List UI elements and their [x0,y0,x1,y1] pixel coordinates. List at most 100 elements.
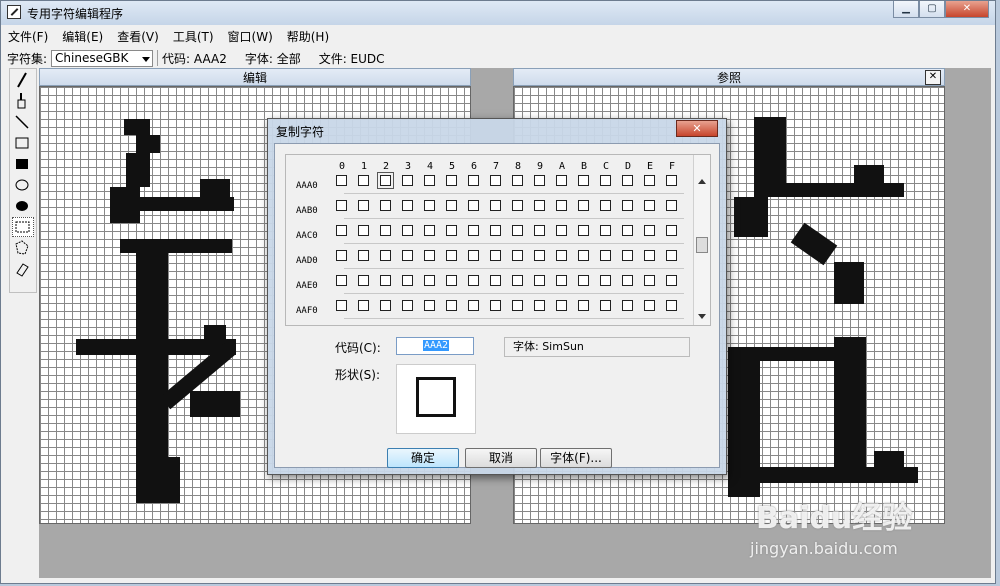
character-cell[interactable] [534,200,545,211]
minimize-button[interactable]: ▁ [893,1,919,18]
character-cell[interactable] [600,200,611,211]
character-cell[interactable] [446,225,457,236]
character-cell[interactable] [358,300,369,311]
character-cell[interactable] [644,300,655,311]
character-cell[interactable] [644,175,655,186]
character-cell[interactable] [534,250,545,261]
character-cell[interactable] [666,200,677,211]
character-cell[interactable] [622,300,633,311]
pencil-tool[interactable] [12,70,34,90]
filled-rect-tool[interactable] [12,154,34,174]
character-cell[interactable] [644,200,655,211]
character-cell[interactable] [424,175,435,186]
scroll-thumb[interactable] [696,237,708,253]
character-cell[interactable] [358,275,369,286]
character-cell[interactable] [424,200,435,211]
character-cell[interactable] [358,175,369,186]
character-cell[interactable] [336,250,347,261]
character-cell[interactable] [380,250,391,261]
cancel-button[interactable]: 取消 [465,448,537,468]
brush-tool[interactable] [12,91,34,111]
character-cell[interactable] [644,225,655,236]
character-cell[interactable] [534,175,545,186]
menu-edit[interactable]: 编辑(E) [55,25,110,47]
charset-select[interactable]: ChineseGBK [51,49,154,67]
character-cell[interactable] [556,250,567,261]
character-cell[interactable] [468,250,479,261]
character-cell[interactable] [377,172,394,189]
character-cell[interactable] [446,250,457,261]
character-cell[interactable] [666,250,677,261]
character-cell[interactable] [600,225,611,236]
character-cell[interactable] [534,275,545,286]
character-cell[interactable] [490,175,501,186]
character-cell[interactable] [578,250,589,261]
font-button[interactable]: 字体(F)... [540,448,612,468]
character-cell[interactable] [644,275,655,286]
character-cell[interactable] [446,175,457,186]
character-cell[interactable] [666,275,677,286]
eraser-tool[interactable] [12,259,34,279]
character-cell[interactable] [402,300,413,311]
character-cell[interactable] [556,175,567,186]
character-cell[interactable] [424,300,435,311]
character-cell[interactable] [578,300,589,311]
character-cell[interactable] [600,250,611,261]
character-cell[interactable] [622,175,633,186]
character-cell[interactable] [600,300,611,311]
menu-window[interactable]: 窗口(W) [221,25,280,47]
character-cell[interactable] [666,300,677,311]
character-cell[interactable] [644,250,655,261]
character-cell[interactable] [336,175,347,186]
character-cell[interactable] [512,275,523,286]
ok-button[interactable]: 确定 [387,448,459,468]
menu-file[interactable]: 文件(F) [1,25,55,47]
character-cell[interactable] [600,175,611,186]
character-cell[interactable] [358,200,369,211]
close-button[interactable]: ✕ [945,1,989,18]
character-cell[interactable] [468,175,479,186]
character-cell[interactable] [622,200,633,211]
character-cell[interactable] [622,250,633,261]
character-cell[interactable] [534,225,545,236]
character-cell[interactable] [380,200,391,211]
character-cell[interactable] [578,225,589,236]
character-cell[interactable] [556,275,567,286]
character-cell[interactable] [534,300,545,311]
table-scrollbar[interactable] [693,155,710,325]
character-cell[interactable] [578,200,589,211]
character-cell[interactable] [556,225,567,236]
close-reference-icon[interactable]: ✕ [925,70,941,85]
character-cell[interactable] [380,225,391,236]
character-cell[interactable] [490,250,501,261]
character-cell[interactable] [358,225,369,236]
hollow-ellipse-tool[interactable] [12,175,34,195]
character-cell[interactable] [468,225,479,236]
character-cell[interactable] [336,200,347,211]
menu-help[interactable]: 帮助(H) [280,25,336,47]
character-cell[interactable] [380,300,391,311]
character-cell[interactable] [556,300,567,311]
scroll-down-icon[interactable] [698,314,706,319]
character-cell[interactable] [468,300,479,311]
character-cell[interactable] [578,275,589,286]
freeform-select-tool[interactable] [12,238,34,258]
character-cell[interactable] [358,250,369,261]
character-cell[interactable] [468,275,479,286]
character-cell[interactable] [666,175,677,186]
character-cell[interactable] [468,200,479,211]
character-cell[interactable] [446,275,457,286]
character-cell[interactable] [336,275,347,286]
menu-view[interactable]: 查看(V) [110,25,166,47]
character-cell[interactable] [490,225,501,236]
menu-tools[interactable]: 工具(T) [166,25,221,47]
character-cell[interactable] [402,175,413,186]
maximize-button[interactable]: ▢ [919,1,945,18]
scroll-up-icon[interactable] [698,179,706,184]
character-cell[interactable] [666,225,677,236]
character-cell[interactable] [424,250,435,261]
character-cell[interactable] [380,275,391,286]
character-cell[interactable] [556,200,567,211]
character-cell[interactable] [402,275,413,286]
character-cell[interactable] [512,200,523,211]
